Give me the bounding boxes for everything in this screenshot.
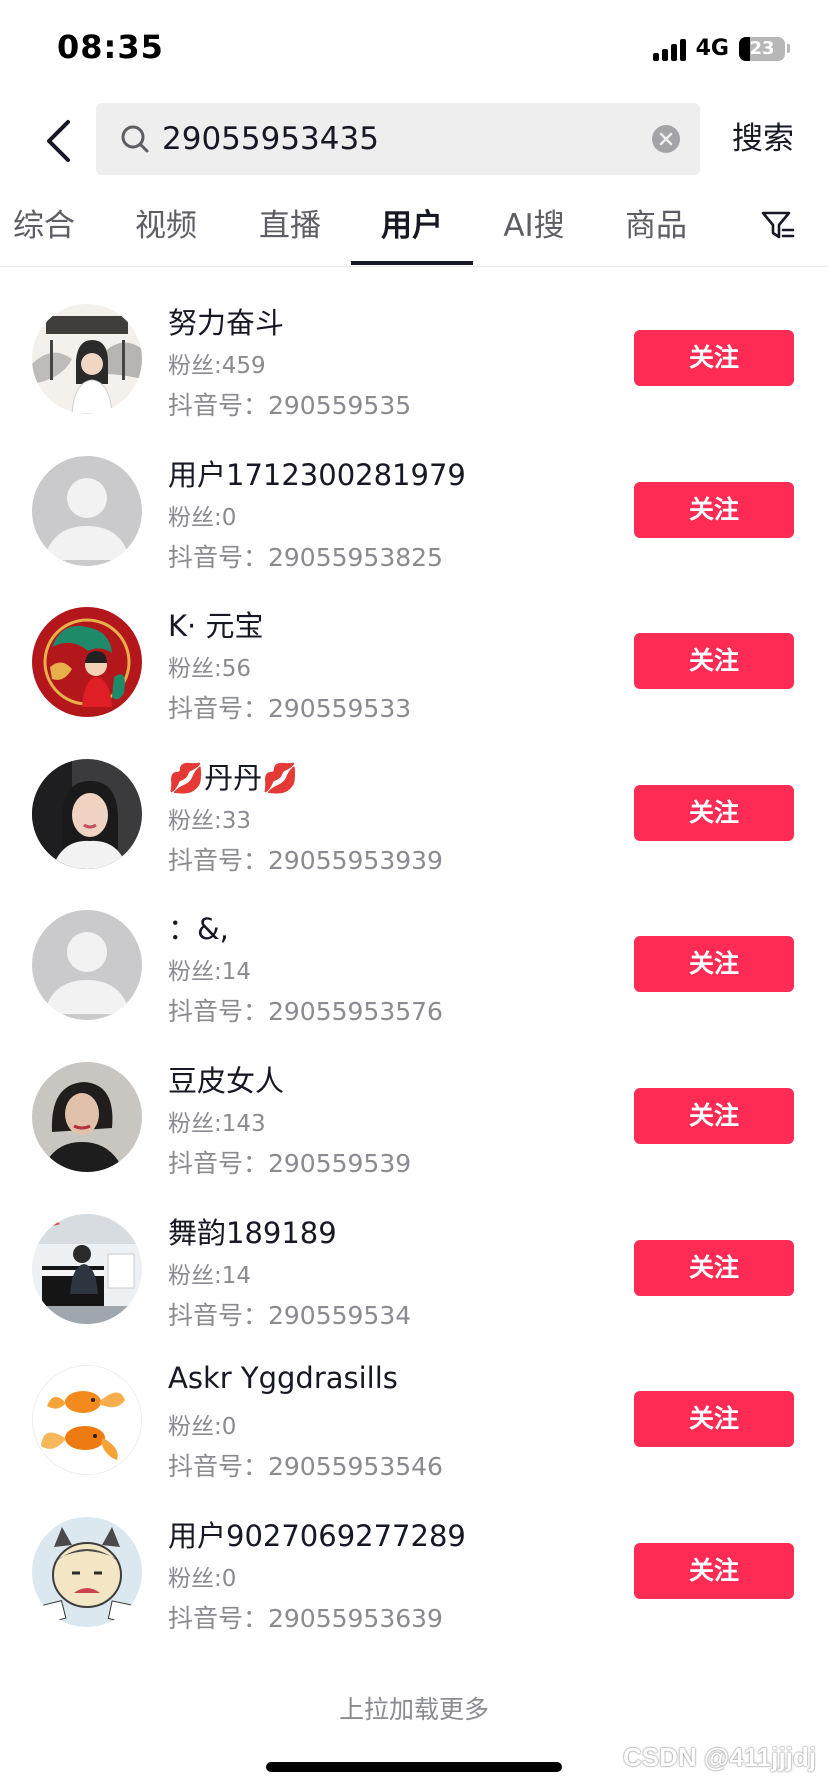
avatar-goldfish (33, 1366, 141, 1475)
default-user-avatar-icon (32, 455, 142, 566)
user-name: K· 元宝 (168, 609, 264, 644)
signal-bars-icon (652, 37, 686, 61)
user-fans-count: 粉丝:0 (168, 1414, 237, 1441)
battery-icon: 23 (739, 36, 785, 61)
follow-button[interactable]: 关注 (634, 936, 794, 993)
user-name: 💋丹丹💋 (168, 760, 299, 795)
user-name: 用户9027069277289 (168, 1518, 466, 1553)
default-user-avatar-icon (32, 910, 142, 1021)
user-douyin-id: 抖音号：290559533 (168, 694, 412, 724)
status-indicators: 4G 23 (652, 36, 790, 61)
search-box[interactable] (96, 103, 700, 175)
tab-ai-search[interactable]: AI搜 (498, 198, 570, 266)
user-fans-count: 粉丝:143 (168, 1110, 266, 1137)
follow-button[interactable]: 关注 (634, 1087, 794, 1144)
avatar[interactable] (32, 1365, 142, 1476)
follow-button[interactable]: 关注 (634, 633, 794, 690)
follow-button[interactable]: 关注 (634, 481, 794, 538)
avatar[interactable] (32, 304, 142, 414)
avatar-piano-room (32, 1213, 142, 1324)
user-row[interactable]: K· 元宝 粉丝:56 抖音号：290559533 关注 (0, 585, 828, 737)
user-list: 努力奋斗 粉丝:459 抖音号：290559535 关注 用户171230028… (0, 282, 828, 1646)
search-row: 搜索 (0, 103, 828, 177)
back-button[interactable] (30, 113, 86, 169)
battery-fill (739, 36, 750, 61)
avatar[interactable] (32, 1061, 142, 1172)
avatar-calligraphy-portrait (32, 304, 142, 414)
avatar[interactable] (32, 1213, 142, 1324)
avatar[interactable] (32, 1516, 142, 1627)
user-row[interactable]: 豆皮女人 粉丝:143 抖音号：290559539 关注 (0, 1040, 828, 1192)
active-tab-indicator (351, 261, 473, 265)
tab-videos[interactable]: 视频 (134, 198, 198, 266)
avatar[interactable] (32, 607, 142, 718)
tab-users[interactable]: 用户 (380, 198, 444, 266)
user-douyin-id: 抖音号：29055953639 (168, 1603, 443, 1633)
home-indicator (266, 1762, 562, 1772)
follow-button[interactable]: 关注 (634, 1542, 794, 1599)
tab-products[interactable]: 商品 (624, 198, 688, 266)
user-row[interactable]: 用户1712300281979 粉丝:0 抖音号：29055953825 关注 (0, 434, 828, 586)
user-douyin-id: 抖音号：290559539 (168, 1148, 412, 1178)
status-time: 08:35 (57, 28, 164, 66)
follow-button[interactable]: 关注 (634, 1239, 794, 1296)
user-douyin-id: 抖音号：290559535 (168, 391, 412, 420)
user-fans-count: 粉丝:0 (168, 1565, 237, 1592)
user-douyin-id: 抖音号：290559534 (168, 1300, 412, 1330)
clear-icon (659, 132, 673, 146)
user-douyin-id: 抖音号：29055953576 (168, 997, 443, 1027)
battery-cap (787, 44, 790, 53)
user-row[interactable]: ：&, 粉丝:14 抖音号：29055953576 关注 (0, 888, 828, 1040)
search-icon (121, 125, 149, 153)
user-douyin-id: 抖音号：29055953546 (168, 1452, 443, 1482)
filter-icon[interactable] (760, 208, 796, 244)
battery-level: 23 (749, 38, 775, 59)
user-row[interactable]: 💋丹丹💋 粉丝:33 抖音号：29055953939 关注 (0, 737, 828, 889)
follow-button[interactable]: 关注 (634, 330, 794, 386)
user-douyin-id: 抖音号：29055953939 (168, 845, 443, 875)
user-row[interactable]: 用户9027069277289 粉丝:0 抖音号：29055953639 关注 (0, 1495, 828, 1647)
status-bar: 08:35 4G 23 (0, 0, 828, 100)
clear-button[interactable] (652, 125, 680, 153)
avatar[interactable] (32, 455, 142, 566)
follow-button[interactable]: 关注 (634, 1391, 794, 1448)
user-row[interactable]: 努力奋斗 粉丝:459 抖音号：290559535 关注 (0, 282, 828, 434)
avatar-woman-portrait (32, 758, 142, 869)
user-name: 努力奋斗 (168, 306, 285, 340)
user-row[interactable]: 舞韵189189 粉丝:14 抖音号：290559534 关注 (0, 1192, 828, 1344)
user-name: 用户1712300281979 (168, 457, 466, 492)
search-submit-button[interactable]: 搜索 (732, 103, 794, 175)
user-fans-count: 粉丝:33 (168, 807, 252, 834)
network-type: 4G (695, 36, 729, 61)
user-row[interactable]: Askr Yggdrasills 粉丝:0 抖音号：29055953546 关注 (0, 1343, 828, 1495)
tab-comprehensive[interactable]: 综合 (12, 198, 76, 266)
back-icon (47, 120, 70, 162)
avatar[interactable] (32, 910, 142, 1021)
user-name: 豆皮女人 (168, 1063, 285, 1098)
search-input[interactable] (162, 103, 622, 175)
follow-button[interactable]: 关注 (634, 784, 794, 841)
avatar-red-dragon (32, 607, 142, 718)
user-douyin-id: 抖音号：29055953825 (168, 542, 443, 572)
search-tabs: 综合 视频 直播 用户 AI搜 商品 (0, 198, 828, 267)
avatar-woman-dark-portrait (32, 1061, 142, 1172)
user-name: ：&, (168, 912, 229, 947)
user-name: 舞韵189189 (168, 1215, 337, 1250)
avatar-cartoon-character (32, 1516, 142, 1627)
user-fans-count: 粉丝:56 (168, 656, 252, 683)
user-fans-count: 粉丝:14 (168, 959, 252, 986)
tab-live[interactable]: 直播 (258, 198, 322, 266)
user-fans-count: 粉丝:14 (168, 1262, 252, 1289)
load-more-hint: 上拉加载更多 (338, 1695, 489, 1724)
user-fans-count: 粉丝:0 (168, 504, 237, 531)
avatar[interactable] (32, 758, 142, 869)
user-name: Askr Yggdrasills (168, 1361, 398, 1396)
watermark: CSDN @411jjjdj (623, 1742, 816, 1772)
user-fans-count: 粉丝:459 (168, 353, 266, 379)
